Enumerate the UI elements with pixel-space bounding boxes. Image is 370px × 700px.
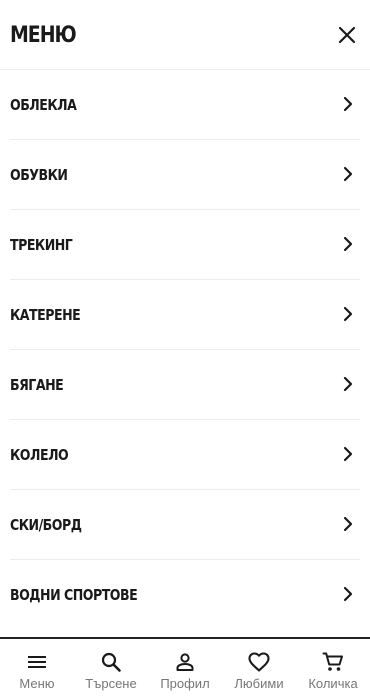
nav-item-menu[interactable]: Меню bbox=[0, 639, 74, 700]
chevron-right-icon bbox=[343, 586, 353, 602]
close-icon bbox=[338, 26, 356, 44]
menu-item-cycling[interactable]: КОЛЕЛО bbox=[10, 420, 360, 490]
menu-item-ski-board[interactable]: СКИ/БОРД bbox=[10, 490, 360, 560]
menu-item-climbing[interactable]: КАТЕРЕНЕ bbox=[10, 280, 360, 350]
search-icon bbox=[99, 650, 123, 674]
chevron-right-icon bbox=[343, 446, 353, 462]
close-button[interactable] bbox=[334, 22, 360, 48]
hamburger-menu-icon bbox=[25, 650, 49, 674]
menu-item-trekking[interactable]: ТРЕКИНГ bbox=[10, 210, 360, 280]
menu-item-label: СКИ/БОРД bbox=[10, 516, 82, 534]
cart-icon bbox=[321, 650, 345, 674]
menu-item-label: КОЛЕЛО bbox=[10, 446, 69, 464]
menu-header: МЕНЮ bbox=[0, 0, 370, 70]
nav-label: Любими bbox=[234, 676, 284, 691]
chevron-right-icon bbox=[343, 166, 353, 182]
page-title: МЕНЮ bbox=[10, 23, 77, 48]
nav-item-profile[interactable]: Профил bbox=[148, 639, 222, 700]
bottom-navigation: Меню Търсене Профил Любими Количка bbox=[0, 637, 370, 700]
menu-item-label: ВОДНИ СПОРТОВЕ bbox=[10, 586, 138, 604]
chevron-right-icon bbox=[343, 306, 353, 322]
nav-label: Количка bbox=[308, 676, 358, 691]
menu-item-running[interactable]: БЯГАНЕ bbox=[10, 350, 360, 420]
nav-label: Меню bbox=[19, 676, 55, 691]
chevron-right-icon bbox=[343, 236, 353, 252]
chevron-right-icon bbox=[343, 96, 353, 112]
heart-icon bbox=[247, 650, 271, 674]
chevron-right-icon bbox=[343, 516, 353, 532]
menu-item-label: ОБЛЕКЛА bbox=[10, 96, 77, 114]
menu-item-water-sports[interactable]: ВОДНИ СПОРТОВЕ bbox=[10, 560, 360, 630]
menu-item-label: ТРЕКИНГ bbox=[10, 236, 73, 254]
chevron-right-icon bbox=[343, 376, 353, 392]
nav-label: Профил bbox=[160, 676, 210, 691]
nav-item-cart[interactable]: Количка bbox=[296, 639, 370, 700]
nav-label: Търсене bbox=[85, 676, 137, 691]
menu-item-clothing[interactable]: ОБЛЕКЛА bbox=[10, 70, 360, 140]
menu-item-shoes[interactable]: ОБУВКИ bbox=[10, 140, 360, 210]
menu-screen: МЕНЮ ОБЛЕКЛА ОБУВКИ ТРЕКИНГ КАТЕРЕНЕ БЯГ… bbox=[0, 0, 370, 700]
menu-list: ОБЛЕКЛА ОБУВКИ ТРЕКИНГ КАТЕРЕНЕ БЯГАНЕ К… bbox=[10, 70, 360, 630]
menu-item-label: КАТЕРЕНЕ bbox=[10, 306, 81, 324]
nav-item-search[interactable]: Търсене bbox=[74, 639, 148, 700]
menu-item-label: БЯГАНЕ bbox=[10, 376, 64, 394]
nav-item-favorites[interactable]: Любими bbox=[222, 639, 296, 700]
menu-item-label: ОБУВКИ bbox=[10, 166, 68, 184]
user-icon bbox=[173, 650, 197, 674]
